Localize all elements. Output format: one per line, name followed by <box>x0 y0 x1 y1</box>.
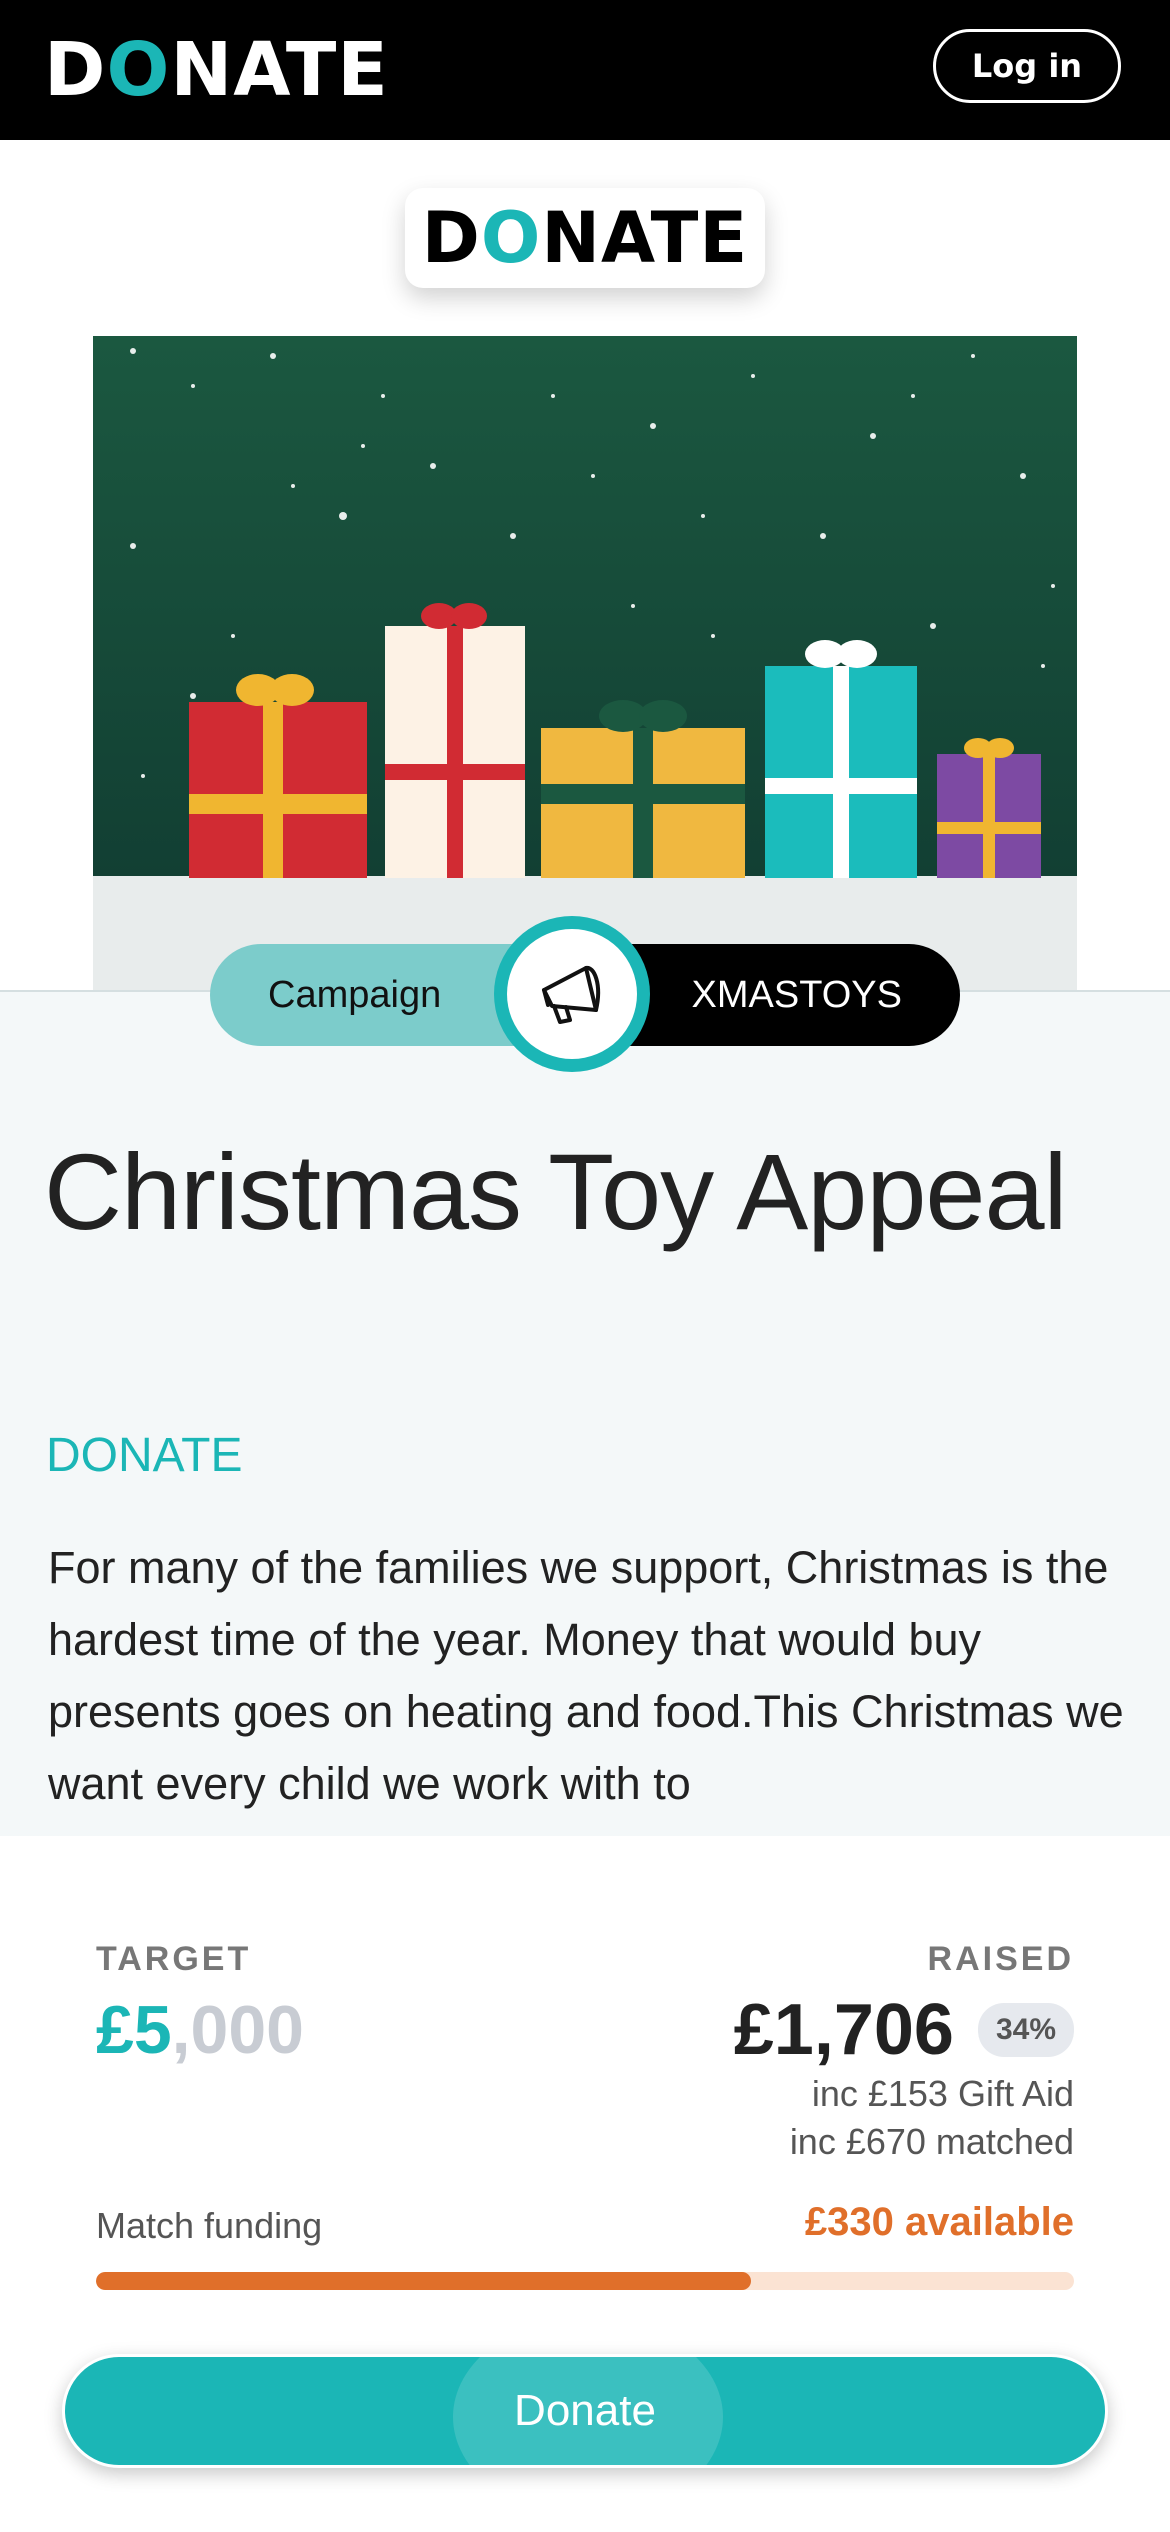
campaign-badge <box>494 916 650 1072</box>
top-navigation-bar: DONATE Log in <box>0 0 1170 140</box>
match-funding-label: Match funding <box>96 2205 323 2246</box>
donate-button-label: Donate <box>514 2386 656 2435</box>
login-button[interactable]: Log in <box>933 29 1121 103</box>
match-funding-progress-fill <box>96 2272 752 2290</box>
raised-label: RAISED <box>927 1940 1074 1978</box>
megaphone-icon <box>542 965 601 1024</box>
brand-logo[interactable]: DONATE <box>44 28 389 112</box>
charity-logo: D O NATE <box>405 188 765 288</box>
raised-percent-badge: 34% <box>977 2003 1074 2057</box>
gift-aid-amount: inc £153 Gift Aid <box>811 2073 1074 2114</box>
match-funding-available: £330 available <box>804 2200 1074 2244</box>
matched-amount: inc £670 matched <box>789 2121 1074 2162</box>
target-label: TARGET <box>96 1940 252 1978</box>
organisation-link[interactable]: DONATE <box>46 1428 242 1483</box>
target-amount: £5,000 <box>96 1992 304 2068</box>
match-funding-progress <box>96 2272 1074 2290</box>
description-text: For many of the families we support, Chr… <box>48 1542 1124 1809</box>
campaign-description: For many of the families we support, Chr… <box>48 1532 1138 1836</box>
raised-summary: £1,706 34% <box>734 1990 1074 2070</box>
campaign-title: Christmas Toy Appeal <box>44 1131 1068 1252</box>
donate-button[interactable]: Donate <box>62 2354 1108 2468</box>
campaign-hero-image <box>93 336 1077 990</box>
raised-amount: £1,706 <box>733 1990 954 2070</box>
